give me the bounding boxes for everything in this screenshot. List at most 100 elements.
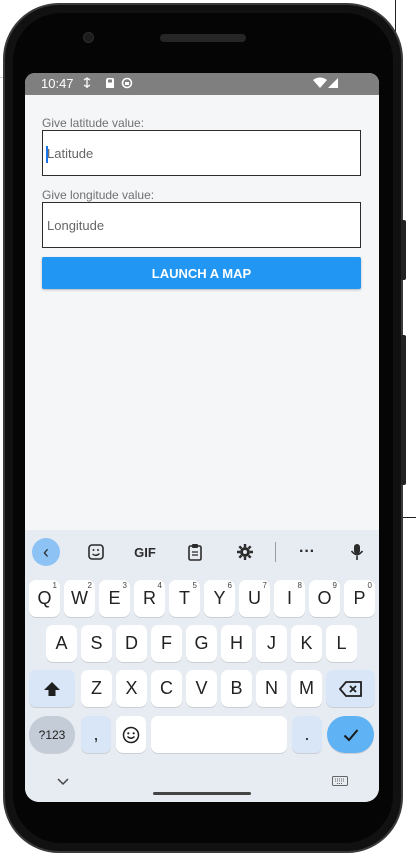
key-p[interactable]: P0 (344, 580, 375, 617)
key-label: V (195, 678, 208, 698)
microphone-icon[interactable] (343, 538, 371, 566)
key-label: H (230, 633, 243, 653)
data-saver-icon (121, 77, 133, 89)
key-hint: 0 (367, 581, 372, 590)
key-a[interactable]: A (46, 625, 77, 662)
key-label: M (299, 678, 314, 698)
key-label: K (300, 633, 313, 653)
key-n[interactable]: N (256, 670, 287, 707)
earpiece-speaker (160, 34, 246, 42)
comma-key[interactable]: , (81, 716, 111, 753)
key-label: G (194, 633, 209, 653)
key-label: Y (213, 588, 226, 608)
more-options-button[interactable]: ··· (293, 538, 321, 566)
key-e[interactable]: E3 (99, 580, 130, 617)
key-r[interactable]: R4 (134, 580, 165, 617)
key-label: I (286, 588, 292, 608)
key-label: T (179, 588, 190, 608)
key-hint: 8 (297, 581, 302, 590)
front-camera (83, 32, 94, 43)
key-v[interactable]: V (186, 670, 217, 707)
longitude-input[interactable] (43, 203, 360, 247)
key-label: E (108, 588, 121, 608)
shift-key[interactable] (29, 670, 75, 707)
key-label: Q (37, 588, 52, 608)
toolbar-divider (275, 542, 276, 562)
gif-button[interactable]: GIF (129, 538, 161, 566)
longitude-label: Give longitude value: (42, 188, 155, 202)
key-x[interactable]: X (116, 670, 147, 707)
key-d[interactable]: D (116, 625, 147, 662)
latitude-field[interactable] (42, 130, 361, 176)
wifi-icon (313, 77, 327, 88)
longitude-field[interactable] (42, 202, 361, 248)
key-y[interactable]: Y6 (204, 580, 235, 617)
backspace-key[interactable] (326, 670, 375, 707)
space-key[interactable] (151, 716, 287, 753)
key-label: A (55, 633, 68, 653)
sync-icon (83, 77, 91, 88)
key-label: L (336, 633, 347, 653)
sd-card-icon (106, 78, 114, 88)
key-c[interactable]: C (151, 670, 182, 707)
key-i[interactable]: I8 (274, 580, 305, 617)
key-hint: 9 (332, 581, 337, 590)
key-hint: 2 (87, 581, 92, 590)
soft-keyboard: ‹ GIF ··· Q1W2E3R4T5Y6U7I8O9P0 ASDFGHJKL… (25, 530, 379, 802)
back-chevron-icon[interactable]: ‹ (32, 538, 60, 566)
key-hint: 7 (262, 581, 267, 590)
key-s[interactable]: S (81, 625, 112, 662)
key-j[interactable]: J (256, 625, 287, 662)
key-label: F (161, 633, 172, 653)
key-g[interactable]: G (186, 625, 217, 662)
key-label: U (248, 588, 261, 608)
key-hint: 3 (122, 581, 127, 590)
power-button (401, 335, 406, 485)
volume-button (401, 220, 406, 280)
latitude-label: Give latitude value: (42, 116, 145, 130)
key-label: D (125, 633, 138, 653)
key-f[interactable]: F (151, 625, 182, 662)
key-q[interactable]: Q1 (29, 580, 60, 617)
keyboard-toolbar: ‹ GIF ··· (25, 530, 379, 574)
key-label: J (267, 633, 276, 653)
symbols-key[interactable]: ?123 (29, 716, 75, 753)
key-u[interactable]: U7 (239, 580, 270, 617)
key-t[interactable]: T5 (169, 580, 200, 617)
key-label: X (125, 678, 138, 698)
key-z[interactable]: Z (81, 670, 112, 707)
key-o[interactable]: O9 (309, 580, 340, 617)
latitude-input[interactable] (43, 131, 360, 175)
text-cursor (46, 146, 48, 163)
key-hint: 1 (52, 581, 57, 590)
period-key[interactable]: . (292, 716, 322, 753)
clipboard-icon[interactable] (181, 538, 209, 566)
sticker-icon[interactable] (82, 538, 110, 566)
keyboard-navbar (25, 758, 379, 802)
key-label: R (143, 588, 156, 608)
gear-icon[interactable] (231, 538, 259, 566)
app-content: Give latitude value: Give longitude valu… (25, 95, 379, 530)
launch-map-button[interactable]: LAUNCH A MAP (42, 257, 361, 289)
key-h[interactable]: H (221, 625, 252, 662)
key-hint: 4 (157, 581, 162, 590)
key-l[interactable]: L (326, 625, 357, 662)
key-label: P (353, 588, 366, 608)
status-time: 10:47 (41, 76, 74, 91)
key-label: Z (91, 678, 102, 698)
hide-keyboard-icon[interactable] (57, 778, 69, 786)
key-hint: 6 (227, 581, 232, 590)
keyboard-switch-icon[interactable] (332, 776, 348, 786)
key-k[interactable]: K (291, 625, 322, 662)
key-label: C (160, 678, 173, 698)
key-m[interactable]: M (291, 670, 322, 707)
signal-icon (328, 78, 338, 88)
device-screen: 10:47 Give latitude value: Give longitud… (25, 73, 379, 802)
key-b[interactable]: B (221, 670, 252, 707)
enter-key[interactable] (327, 716, 374, 753)
key-w[interactable]: W2 (64, 580, 95, 617)
key-label: B (230, 678, 243, 698)
emoji-key[interactable] (116, 716, 146, 753)
key-hint: 5 (192, 581, 197, 590)
home-gesture-bar[interactable] (153, 792, 251, 795)
